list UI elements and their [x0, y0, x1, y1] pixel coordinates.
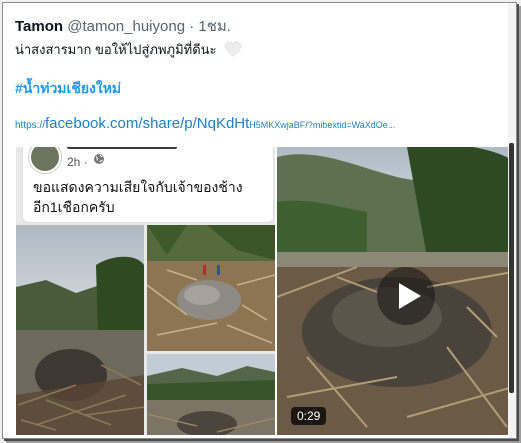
link-protocol: https:// [15, 120, 46, 131]
facebook-link[interactable]: https://facebook.com/share/p/NqKdHtH5MKX… [15, 115, 395, 133]
post-time-dot: · [83, 155, 88, 169]
handle[interactable]: @tamon_huiyong [67, 18, 185, 35]
flood-photo-2[interactable] [147, 225, 275, 351]
facebook-post-card: 2h · ขอแสดงความเสียใจกับเจ้าของช้าง อีก1… [22, 147, 274, 223]
tweet-header: Tamon @tamon_huiyong · 1ชม. [15, 14, 231, 38]
globe-icon [94, 154, 104, 164]
hashtag-link[interactable]: #น้ำท่วมเชียงใหม่ [15, 78, 121, 100]
post-time: 2h · [67, 155, 88, 169]
facebook-post-text: ขอแสดงความเสียใจกับเจ้าของช้าง อีก1เชือก… [33, 179, 243, 215]
post-time-text: 2h [67, 155, 81, 169]
video-player[interactable]: 0:29 [277, 147, 513, 435]
tweet-text: น่าสงสารมาก ขอให้ไปสู่ภพภูมิที่ดีนะ [15, 39, 242, 60]
dot-separator: · [189, 18, 195, 35]
flood-photo-1[interactable] [16, 225, 144, 435]
tweet-text-content: น่าสงสารมาก ขอให้ไปสู่ภพภูมิที่ดีนะ [15, 42, 217, 57]
heart-icon [224, 41, 242, 57]
scrollbar-thumb[interactable] [509, 143, 514, 393]
play-icon[interactable] [377, 267, 435, 325]
tweet-window: Tamon @tamon_huiyong · 1ชม. น่าสงสารมาก … [2, 2, 517, 439]
timestamp[interactable]: 1ชม. [198, 18, 231, 35]
link-main: facebook.com/share/p/NqKdHt [45, 115, 250, 132]
screenshot-image[interactable]: 2h · ขอแสดงความเสียใจกับเจ้าของช้าง อีก1… [16, 147, 275, 435]
cropped-author-name [67, 147, 177, 149]
flood-photo-3[interactable] [147, 354, 275, 435]
scrollbar[interactable] [508, 3, 516, 438]
link-tail: H5MKXwjaBF/?mibextid=WaXdOe... [249, 120, 396, 130]
media-attachment[interactable]: 2h · ขอแสดงความเสียใจกับเจ้าของช้าง อีก1… [16, 147, 513, 435]
display-name[interactable]: Tamon [15, 18, 63, 35]
avatar [29, 147, 61, 173]
video-duration: 0:29 [291, 407, 327, 425]
